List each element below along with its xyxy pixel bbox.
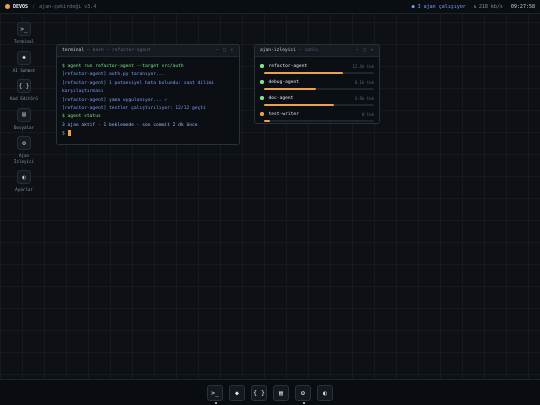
agent-progress-track [264, 88, 374, 90]
agent-progress-fill [264, 120, 270, 122]
ai-chat-icon: ◆ [235, 388, 239, 397]
code-braces-icon: { } [253, 388, 265, 397]
brand-logo-icon [5, 4, 10, 9]
terminal-icon: >_ [17, 22, 31, 36]
sidebar-item-terminal[interactable]: >_ Terminal [0, 22, 48, 45]
agent-progress-track [264, 104, 374, 106]
agent-progress-track [264, 72, 374, 74]
agent-token-count: 3.9k tok [354, 95, 374, 101]
brand-name: DEVOS [13, 3, 29, 10]
settings-icon: ◐ [17, 170, 31, 184]
dock-item-agent-monitor[interactable]: ⚙ [295, 384, 311, 404]
agent-status-icon [260, 112, 264, 116]
running-indicator [215, 401, 217, 404]
top-bar: DEVOS / ajan-çekirdeği v3.4 ● 3 ajan çal… [0, 0, 540, 14]
agent-name: debug-agent [268, 79, 299, 85]
network-speed: 218 kb/s [478, 3, 503, 10]
sidebar-item-ai-chat[interactable]: ◆ AI Sohbet [0, 50, 48, 74]
agent-row[interactable]: debug-agent 8.1k tok [260, 79, 374, 90]
sidebar-item-label: Dosyalar [13, 124, 35, 130]
sidebar-item-label: Kod Editörü [10, 96, 38, 101]
sidebar: >_ Terminal ◆ AI Sohbet { } Kod Editörü … [0, 22, 48, 199]
agents-running-indicator[interactable]: ● 3 ajan çalışıyor [412, 4, 466, 10]
agent-progress-fill [264, 104, 335, 106]
dock-item-code-editor[interactable]: { } [251, 384, 267, 401]
dock: >_ ◆ { } ▤ ⚙ ◐ [0, 379, 540, 405]
settings-icon: ◐ [323, 388, 327, 397]
terminal-line: [refactor-agent] yama uygulanıyor... ✓ [62, 97, 168, 103]
ai-chat-icon: ◆ [17, 50, 31, 65]
terminal-window[interactable]: terminal — bash — refactor-agent – □ × $… [56, 44, 240, 145]
breadcrumb-separator: / [32, 3, 36, 10]
sidebar-item-code-editor[interactable]: { } Kod Editörü [0, 79, 48, 102]
agent-status-icon [260, 96, 264, 100]
agent-progress-track [264, 120, 374, 122]
window-controls[interactable]: – □ × [356, 48, 374, 53]
terminal-title-bar[interactable]: terminal — bash — refactor-agent – □ × [57, 45, 239, 57]
dock-item-terminal[interactable]: >_ [207, 384, 223, 404]
agent-progress-fill [264, 88, 316, 90]
terminal-line: $ agent run refactor-agent --target src/… [62, 64, 184, 69]
terminal-line: [refactor-agent] auth.py taranıyor... [62, 72, 165, 78]
files-icon: ▤ [17, 107, 31, 122]
window-title: terminal [62, 48, 85, 53]
sidebar-item-label: AI Sohbet [12, 67, 36, 73]
agent-monitor-window[interactable]: ajan-izleyici — canlı – □ × refactor-age… [254, 44, 380, 124]
agent-list: refactor-agent 12.4k tok debug-agent 8.1k t… [255, 57, 379, 123]
sidebar-item-label: Ajan İzleyici [13, 153, 35, 164]
text-cursor [67, 130, 71, 137]
window-title: ajan-izleyici [260, 48, 296, 53]
terminal-line: 3 ajan aktif · 1 beklemede · son commit … [62, 122, 198, 128]
agent-name: test-writer [268, 111, 299, 117]
code-braces-icon: { } [17, 79, 31, 93]
window-controls[interactable]: – □ × [216, 48, 234, 53]
dock-item-files[interactable]: ▤ [273, 384, 289, 401]
agent-row-header: doc-agent 3.9k tok [260, 95, 374, 101]
agent-row[interactable]: test-writer 0 tok [260, 111, 374, 122]
dock-item-settings[interactable]: ◐ [317, 384, 333, 401]
terminal-output[interactable]: $ agent run refactor-agent --target src/… [57, 57, 239, 144]
sidebar-item-agent-monitor[interactable]: ⚙ Ajan İzleyici [0, 136, 48, 164]
dock-item-ai-chat[interactable]: ◆ [229, 384, 245, 401]
monitor-title-bar[interactable]: ajan-izleyici — canlı – □ × [255, 45, 379, 57]
files-icon: ▤ [279, 388, 283, 397]
kernel-version: ajan-çekirdeği v3.4 [39, 3, 97, 10]
sidebar-item-label: Ayarlar [15, 187, 33, 192]
agents-running-label: 3 ajan çalışıyor [417, 3, 466, 10]
clock: 09:27:58 [510, 3, 535, 10]
running-indicator [303, 401, 305, 404]
sidebar-item-label: Terminal [13, 39, 35, 44]
network-indicator: ⇅ 218 kb/s [474, 4, 503, 10]
terminal-line: [refactor-agent] 1 potansiyel hata bulun… [62, 80, 215, 95]
terminal-icon: >_ [211, 388, 219, 397]
sidebar-item-files[interactable]: ▤ Dosyalar [0, 107, 48, 131]
agent-token-count: 8.1k tok [354, 79, 374, 85]
agent-token-count: 12.4k tok [352, 63, 374, 69]
agent-token-count: 0 tok [361, 111, 374, 117]
terminal-prompt-line[interactable]: $ [62, 130, 234, 139]
window-subtitle: — canlı [298, 48, 319, 53]
terminal-line: [refactor-agent] testler çalıştırılıyor:… [62, 106, 206, 112]
gear-icon: ⚙ [17, 136, 31, 150]
prompt-symbol: $ [62, 131, 65, 137]
agent-row-header: test-writer 0 tok [260, 111, 374, 117]
agent-name: doc-agent [268, 95, 294, 101]
window-subtitle: — bash — refactor-agent [87, 48, 151, 53]
agent-row-header: refactor-agent 12.4k tok [260, 63, 374, 69]
agent-status-icon [260, 64, 264, 68]
agent-status-icon [260, 80, 264, 84]
network-icon: ⇅ [473, 3, 477, 10]
sidebar-item-settings[interactable]: ◐ Ayarlar [0, 170, 48, 193]
gear-icon: ⚙ [301, 388, 305, 397]
agent-row[interactable]: refactor-agent 12.4k tok [260, 63, 374, 74]
agent-name: refactor-agent [268, 63, 308, 69]
agent-row-header: debug-agent 8.1k tok [260, 79, 374, 85]
agent-row[interactable]: doc-agent 3.9k tok [260, 95, 374, 106]
status-area: ● 3 ajan çalışıyor ⇅ 218 kb/s 09:27:58 [412, 4, 535, 10]
agent-progress-fill [264, 72, 344, 74]
terminal-line: $ agent status [62, 114, 101, 120]
